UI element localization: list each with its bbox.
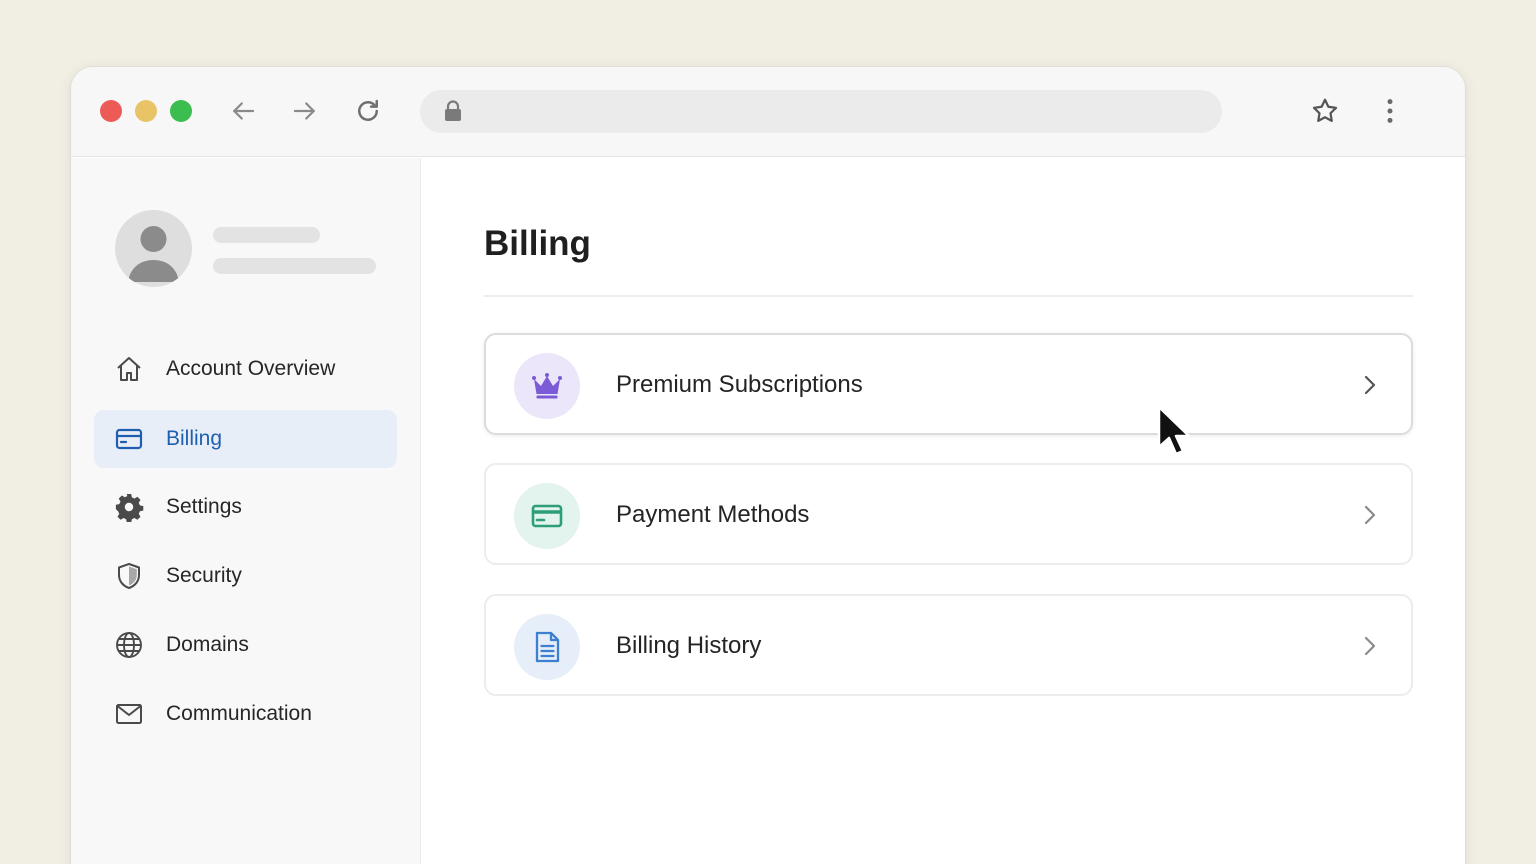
card-icon-badge: [514, 614, 580, 680]
document-icon: [535, 631, 560, 663]
sidebar-item-communication[interactable]: Communication: [94, 685, 397, 743]
shield-icon: [118, 563, 140, 589]
globe-icon: [116, 632, 142, 658]
sidebar-item-domains[interactable]: Domains: [94, 616, 397, 674]
chevron-right-icon: [1364, 505, 1376, 525]
user-placeholder-icon: [128, 226, 179, 282]
sidebar-item-billing[interactable]: Billing: [94, 410, 397, 468]
sidebar-item-label: Billing: [166, 427, 223, 450]
sidebar-item-label: Settings: [166, 495, 242, 518]
browser-window: Account Overview Billing Settings Securi…: [71, 67, 1465, 864]
credit-card-icon: [115, 428, 143, 450]
card-label: Payment Methods: [616, 501, 810, 528]
sidebar-item-label: Domains: [166, 633, 249, 656]
address-bar[interactable]: [420, 90, 1222, 133]
crown-icon: [532, 373, 562, 399]
card-icon-badge: [514, 353, 580, 419]
back-button[interactable]: [226, 94, 260, 128]
user-email-placeholder: [213, 258, 376, 274]
forward-button[interactable]: [288, 94, 322, 128]
kebab-menu-icon: [1387, 99, 1393, 123]
arrow-left-icon: [233, 102, 255, 120]
credit-card-icon: [531, 504, 563, 528]
mouse-cursor-icon: [1157, 405, 1191, 456]
gear-icon: [115, 494, 144, 522]
sidebar-item-account-overview[interactable]: Account Overview: [94, 340, 397, 398]
avatar[interactable]: [115, 210, 192, 287]
sidebar: Account Overview Billing Settings Securi…: [71, 158, 421, 864]
chevron-right-icon: [1364, 636, 1376, 656]
sidebar-item-settings[interactable]: Settings: [94, 478, 397, 536]
sidebar-item-label: Account Overview: [166, 357, 336, 380]
mail-icon: [116, 704, 142, 724]
user-name-placeholder: [213, 227, 320, 243]
maximize-window-button[interactable]: [170, 100, 192, 122]
card-premium-subscriptions[interactable]: Premium Subscriptions: [484, 333, 1413, 435]
card-label: Billing History: [616, 632, 762, 659]
sidebar-item-security[interactable]: Security: [94, 547, 397, 605]
title-divider: [484, 295, 1413, 297]
sidebar-item-label: Security: [166, 564, 242, 587]
arrow-right-icon: [293, 102, 315, 120]
minimize-window-button[interactable]: [135, 100, 157, 122]
reload-button[interactable]: [351, 94, 385, 128]
star-icon: [1312, 98, 1338, 122]
card-icon-badge: [514, 483, 580, 549]
lock-icon: [445, 100, 461, 121]
card-payment-methods[interactable]: Payment Methods: [484, 463, 1413, 565]
close-window-button[interactable]: [100, 100, 122, 122]
browser-toolbar: [71, 67, 1465, 157]
home-icon: [117, 357, 141, 381]
card-label: Premium Subscriptions: [616, 371, 863, 398]
page-title: Billing: [484, 224, 591, 263]
browser-menu-button[interactable]: [1373, 94, 1407, 128]
main-content: Billing Premium Subscriptions Payment Me…: [422, 158, 1465, 864]
sidebar-item-label: Communication: [166, 702, 312, 725]
chevron-right-icon: [1364, 375, 1376, 395]
reload-icon: [358, 99, 378, 121]
bookmark-button[interactable]: [1308, 94, 1342, 128]
card-billing-history[interactable]: Billing History: [484, 594, 1413, 696]
